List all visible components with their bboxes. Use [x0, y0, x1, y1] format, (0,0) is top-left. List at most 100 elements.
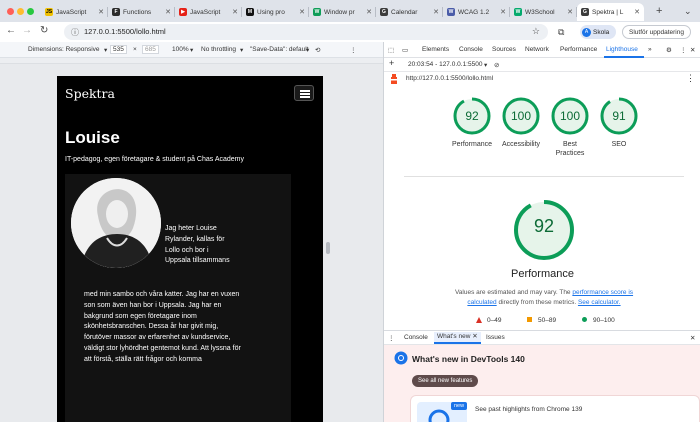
browser-tab[interactable]: ▶ JavaScript ✕: [175, 3, 242, 21]
divider: [404, 176, 684, 177]
tab-elements[interactable]: Elements: [422, 46, 449, 53]
tab-favicon-icon: G: [380, 8, 388, 16]
tab-label: JavaScript: [56, 8, 87, 16]
close-tab-icon[interactable]: ✕: [433, 8, 439, 16]
lighthouse-icon: [391, 74, 397, 84]
close-tab-icon[interactable]: ✕: [634, 8, 640, 16]
highlights-card[interactable]: new See past highlights from Chrome 139: [410, 395, 700, 422]
report-chevron-icon[interactable]: ▾: [484, 61, 487, 69]
bio-text-side: Jag heter Louise Rylander, kallas för Lo…: [165, 225, 230, 265]
tab-favicon-icon: JS: [45, 8, 53, 16]
new-report-icon[interactable]: +: [389, 58, 394, 68]
back-icon[interactable]: ←: [6, 25, 16, 36]
tab-favicon-icon: G: [581, 8, 589, 16]
website-page: Spektra Louise IT-pedagog, egen företaga…: [57, 76, 323, 422]
devtools-panel: ⬚ ▭ Elements Console Sources Network Per…: [383, 42, 700, 422]
minimize-window-button[interactable]: [17, 8, 24, 15]
drawer-tab-issues[interactable]: Issues: [486, 334, 505, 341]
settings-gear-icon[interactable]: ⚙: [666, 46, 672, 54]
page-title: Louise: [65, 128, 120, 147]
tab-favicon-icon: F: [112, 8, 120, 16]
viewport-resize-handle[interactable]: [326, 242, 330, 254]
drawer-tab-console[interactable]: Console: [404, 334, 428, 341]
profile-button[interactable]: A Skola: [580, 25, 616, 39]
devtools-drawer: ⋮ Console What's new ✕ Issues ✕ What's n…: [384, 330, 700, 422]
zoom-dropdown[interactable]: 100%: [172, 46, 189, 53]
save-data-chevron-icon[interactable]: ▾: [306, 46, 309, 54]
score-gauge-seo[interactable]: 91 SEO: [589, 96, 649, 149]
whats-new-title: What's new in DevTools 140: [412, 354, 525, 364]
device-menu-icon[interactable]: ⋮: [350, 46, 357, 54]
rotate-icon[interactable]: ⟲: [315, 46, 320, 54]
throttle-dropdown[interactable]: No throttling: [201, 46, 236, 53]
browser-tab[interactable]: G Calendar ✕: [376, 3, 443, 21]
tab-search-icon[interactable]: ⌄: [684, 6, 692, 17]
more-tabs-icon[interactable]: »: [648, 46, 652, 53]
report-selector[interactable]: 20:03:54 - 127.0.0.1:5500: [408, 61, 482, 68]
update-button[interactable]: Slutför uppdatering: [622, 25, 691, 39]
device-toggle-icon[interactable]: ▭: [402, 46, 408, 54]
dimensions-dropdown[interactable]: Dimensions: Responsive: [28, 46, 100, 53]
close-drawer-icon[interactable]: ✕: [690, 334, 695, 342]
tab-performance[interactable]: Performance: [560, 46, 597, 53]
drawer-tab-whats-new[interactable]: What's new ✕: [434, 332, 481, 344]
address-bar[interactable]: ⓘ 127.0.0.1:5500/lollo.html ☆: [64, 24, 548, 40]
browser-tab[interactable]: M Using pro ✕: [242, 3, 309, 21]
extensions-icon[interactable]: ⧉: [558, 27, 564, 38]
see-all-features-button[interactable]: See all new features: [412, 375, 479, 387]
browser-tab[interactable]: JS JavaScript ✕: [41, 3, 108, 21]
devtools-menu-icon[interactable]: ⋮: [680, 46, 687, 54]
throttle-chevron-icon[interactable]: ▾: [240, 46, 243, 54]
zoom-chevron-icon[interactable]: ▾: [190, 46, 193, 54]
menu-icon[interactable]: [294, 85, 314, 101]
note-text: Values are estimated and may vary. The: [454, 289, 573, 296]
tab-favicon-icon: W: [447, 8, 455, 16]
close-tab-icon[interactable]: ✕: [232, 8, 238, 16]
bookmark-star-icon[interactable]: ☆: [532, 26, 540, 37]
height-input[interactable]: 685: [142, 45, 159, 54]
tab-lighthouse[interactable]: Lighthouse: [606, 46, 638, 53]
tab-sources[interactable]: Sources: [492, 46, 516, 53]
drawer-tab-label: What's new: [437, 333, 471, 340]
legend-fail: 0–49: [487, 317, 502, 324]
browser-tab[interactable]: W Window pr ✕: [309, 3, 376, 21]
site-logo[interactable]: Spektra: [65, 86, 115, 101]
browser-tab[interactable]: F Functions ✕: [108, 3, 175, 21]
site-info-icon[interactable]: ⓘ: [71, 27, 79, 38]
close-tab-icon[interactable]: ✕: [299, 8, 305, 16]
drawer-menu-icon[interactable]: ⋮: [388, 334, 395, 342]
width-input[interactable]: 535: [110, 45, 127, 54]
clear-reports-icon[interactable]: ⊘: [494, 61, 499, 69]
browser-tab[interactable]: W W3School ✕: [510, 3, 577, 21]
tab-console[interactable]: Console: [459, 46, 483, 53]
tab-label: Functions: [123, 8, 152, 16]
tab-favicon-icon: W: [514, 8, 522, 16]
close-tab-icon[interactable]: ✕: [98, 8, 104, 16]
tab-label: WCAG 1.2: [458, 8, 490, 16]
new-tab-icon[interactable]: +: [656, 5, 662, 17]
close-tab-icon[interactable]: ✕: [366, 8, 372, 16]
forward-icon[interactable]: →: [22, 25, 32, 36]
tab-label: Using pro: [257, 8, 285, 16]
profile-photo: [71, 178, 161, 268]
maximize-window-button[interactable]: [27, 8, 34, 15]
save-data-dropdown[interactable]: "Save-Data": default: [250, 46, 308, 53]
close-devtools-icon[interactable]: ✕: [690, 46, 695, 54]
browser-tab-active[interactable]: G Spektra | L ✕: [577, 3, 644, 21]
close-window-button[interactable]: [7, 8, 14, 15]
close-tab-icon[interactable]: ✕: [567, 8, 573, 16]
reload-icon[interactable]: ↻: [40, 25, 48, 36]
report-url[interactable]: http://127.0.0.1:5500/lollo.html: [406, 75, 493, 82]
dimensions-chevron-icon[interactable]: ▾: [104, 46, 107, 54]
calculator-link[interactable]: See calculator.: [578, 299, 621, 306]
score-note: Values are estimated and may vary. The p…: [444, 288, 644, 307]
close-tab-icon[interactable]: ✕: [500, 8, 506, 16]
main-score-gauge: 92: [512, 198, 576, 262]
close-tab-icon[interactable]: ✕: [165, 8, 171, 16]
chrome-devtools-icon: [394, 351, 408, 365]
address-bar-url[interactable]: 127.0.0.1:5500/lollo.html: [84, 27, 166, 36]
report-menu-icon[interactable]: ⋮: [686, 73, 695, 84]
tab-network[interactable]: Network: [525, 46, 549, 53]
inspect-element-icon[interactable]: ⬚: [388, 46, 394, 54]
browser-tab[interactable]: W WCAG 1.2 ✕: [443, 3, 510, 21]
